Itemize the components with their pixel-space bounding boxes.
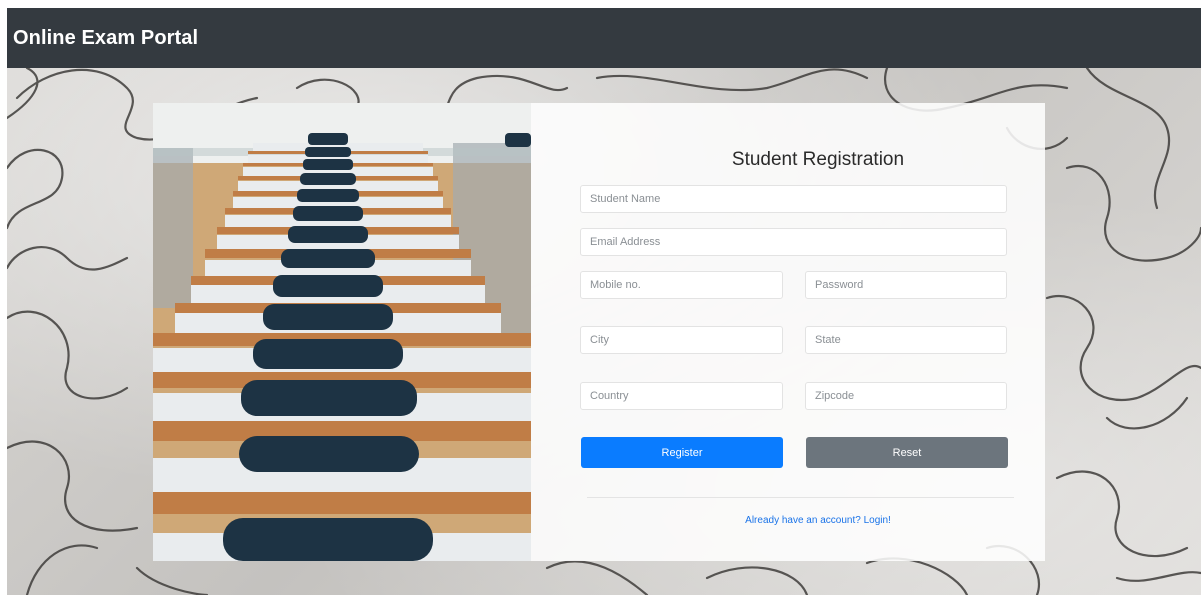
password-input[interactable] [805,271,1007,299]
reset-button[interactable]: Reset [806,437,1008,468]
exam-hall-photo [153,103,531,561]
navbar: Online Exam Portal [7,8,1201,68]
navbar-brand[interactable]: Online Exam Portal [13,27,198,50]
country-input[interactable] [580,382,783,410]
state-input[interactable] [805,326,1007,354]
form-title: Student Registration [731,149,905,170]
student-name-input[interactable] [580,185,1007,213]
registration-form-panel: Student Registration Register Reset Alre… [531,103,1045,561]
form-divider [587,497,1014,498]
email-address-input[interactable] [580,228,1007,256]
city-input[interactable] [580,326,783,354]
login-link[interactable]: Already have an account? Login! [531,515,1045,526]
exam-hall-illustration [153,103,531,561]
mobile-input[interactable] [580,271,783,299]
app-window: Online Exam Portal Student Registration … [7,8,1201,595]
zipcode-input[interactable] [805,382,1007,410]
register-button[interactable]: Register [581,437,783,468]
